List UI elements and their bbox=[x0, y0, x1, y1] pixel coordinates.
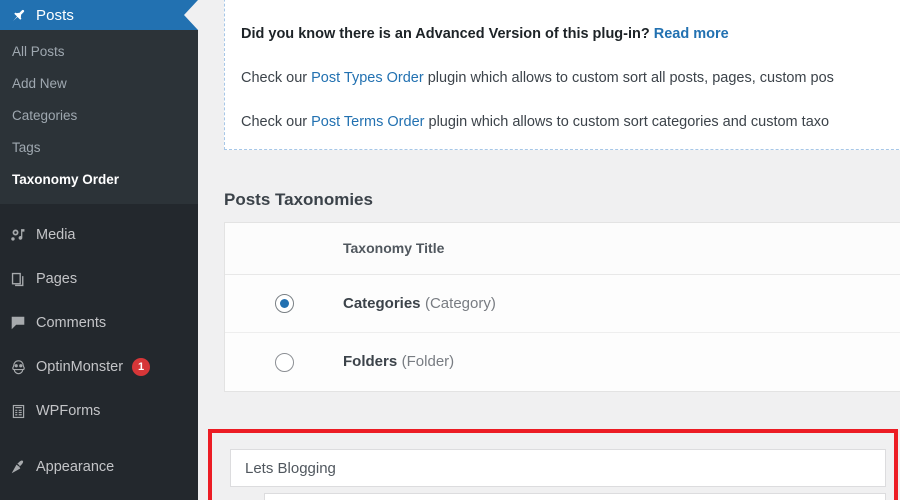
wordpress-admin-screen: Posts All Posts Add New Categories Tags … bbox=[0, 0, 900, 500]
post-terms-order-link[interactable]: Post Terms Order bbox=[311, 114, 424, 130]
table-header-row: Taxonomy Title bbox=[225, 223, 900, 275]
sidebar-item-pages[interactable]: Pages bbox=[0, 257, 198, 301]
table-row[interactable]: Categories (Category) bbox=[225, 275, 900, 333]
notice-line-post-types-order: Check our Post Types Order plugin which … bbox=[241, 67, 900, 89]
sidebar-item-label: WPForms bbox=[36, 403, 101, 419]
sidebar-item-comments[interactable]: Comments bbox=[0, 301, 198, 345]
sidebar-item-categories[interactable]: Categories bbox=[0, 100, 198, 132]
notice-prefix: Check our bbox=[241, 70, 312, 86]
sidebar-item-tags[interactable]: Tags bbox=[0, 132, 198, 164]
sidebar-item-add-new[interactable]: Add New bbox=[0, 68, 198, 100]
sidebar-item-media[interactable]: Media bbox=[0, 213, 198, 257]
taxonomy-title-cell: Folders (Folder) bbox=[343, 353, 900, 371]
sidebar-item-taxonomy-order[interactable]: Taxonomy Order bbox=[0, 164, 198, 196]
appearance-icon bbox=[0, 458, 36, 476]
sidebar-item-label: OptinMonster bbox=[36, 359, 124, 375]
taxonomy-radio-folders[interactable] bbox=[274, 352, 294, 372]
notice-advanced-text: Did you know there is an Advanced Versio… bbox=[241, 26, 650, 42]
notice-prefix: Check our bbox=[241, 114, 312, 130]
sidebar-item-label: Pages bbox=[36, 271, 78, 287]
comments-icon bbox=[0, 314, 36, 332]
notice-suffix: plugin which allows to custom sort categ… bbox=[424, 114, 830, 130]
media-icon bbox=[0, 227, 36, 244]
notice-suffix: plugin which allows to custom sort all p… bbox=[423, 70, 834, 86]
posts-submenu: All Posts Add New Categories Tags Taxono… bbox=[0, 30, 198, 204]
status-badge: 1 bbox=[132, 358, 151, 376]
taxonomy-radio-categories[interactable] bbox=[274, 294, 294, 313]
sidebar-item-wpforms[interactable]: WPForms bbox=[0, 389, 198, 433]
sidebar-item-label: Appearance bbox=[36, 459, 115, 475]
wpforms-icon bbox=[0, 403, 36, 420]
taxonomy-name: Categories bbox=[343, 294, 421, 312]
sortable-terms-list: Lets Blogging bbox=[230, 449, 886, 500]
highlight-box: Lets Blogging bbox=[208, 429, 898, 500]
notice-line-donation: Did you find this plugin useful? Please … bbox=[241, 0, 900, 1]
pin-icon bbox=[0, 7, 36, 24]
read-more-link[interactable]: Read more bbox=[654, 26, 729, 42]
posts-taxonomies-heading: Posts Taxonomies bbox=[224, 190, 373, 210]
sidebar-item-label: Comments bbox=[36, 315, 107, 331]
table-row[interactable]: Folders (Folder) bbox=[225, 333, 900, 391]
list-item[interactable]: Lets Blogging bbox=[230, 449, 886, 487]
list-item[interactable] bbox=[264, 493, 886, 500]
optinmonster-icon bbox=[0, 358, 36, 377]
table-header-title: Taxonomy Title bbox=[343, 240, 900, 258]
sidebar-separator-2 bbox=[0, 433, 198, 445]
taxonomy-slug: (Folder) bbox=[401, 353, 455, 370]
taxonomy-title-cell: Categories (Category) bbox=[343, 295, 900, 313]
taxonomy-radio-cell[interactable] bbox=[225, 294, 343, 313]
sidebar-item-optinmonster[interactable]: OptinMonster 1 bbox=[0, 345, 198, 389]
sidebar-item-all-posts[interactable]: All Posts bbox=[0, 36, 198, 68]
sidebar-item-posts[interactable]: Posts bbox=[0, 0, 198, 30]
notice-line-post-terms-order: Check our Post Terms Order plugin which … bbox=[241, 111, 900, 133]
sidebar-item-label: Posts bbox=[36, 6, 75, 24]
column-header-label: Taxonomy Title bbox=[343, 239, 445, 256]
taxonomy-name: Folders bbox=[343, 353, 398, 370]
sidebar-item-label: Media bbox=[36, 227, 76, 243]
taxonomy-slug: (Category) bbox=[424, 294, 496, 312]
pages-icon bbox=[0, 271, 36, 288]
page-title: Posts Taxonomies bbox=[224, 190, 373, 209]
sidebar-active-arrow bbox=[184, 0, 198, 30]
sidebar-item-appearance[interactable]: Appearance bbox=[0, 445, 198, 489]
admin-sidebar: Posts All Posts Add New Categories Tags … bbox=[0, 0, 198, 500]
sidebar-separator bbox=[0, 204, 198, 213]
term-label: Lets Blogging bbox=[245, 459, 336, 477]
notice-line-advanced: Did you know there is an Advanced Versio… bbox=[241, 23, 900, 45]
taxonomy-radio-cell[interactable] bbox=[225, 352, 343, 372]
plugin-notice-box: Did you find this plugin useful? Please … bbox=[224, 0, 900, 150]
taxonomies-table: Taxonomy Title Categories (Category) Fol… bbox=[224, 222, 900, 392]
post-types-order-link[interactable]: Post Types Order bbox=[311, 70, 424, 86]
admin-content-area: Did you find this plugin useful? Please … bbox=[198, 0, 900, 500]
